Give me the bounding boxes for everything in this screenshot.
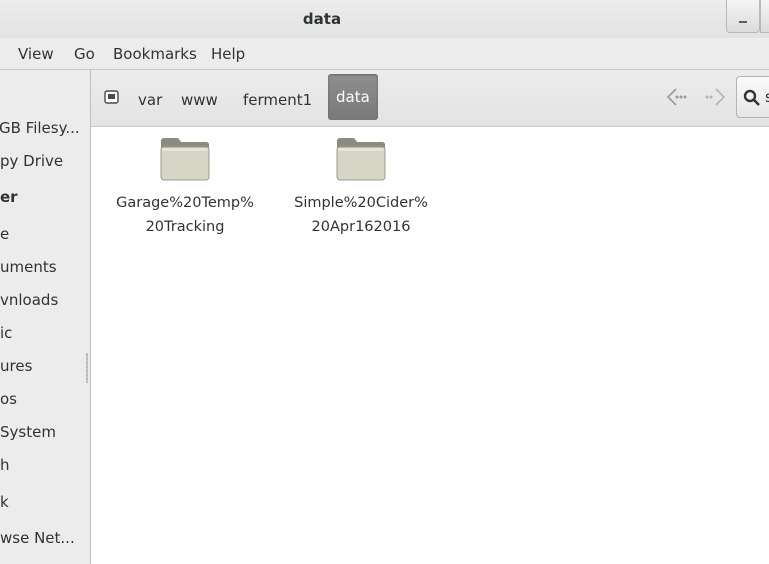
minimize-button[interactable] (726, 0, 760, 33)
maximize-button[interactable] (760, 0, 769, 33)
search-icon (743, 89, 760, 106)
file-view: Garage%20Temp% 20Tracking Simple%20Cider… (91, 127, 769, 564)
menu-go[interactable]: Go (74, 45, 95, 63)
sidebar-item-home[interactable]: e (0, 225, 9, 243)
file-name: Garage%20Temp% 20Tracking (116, 195, 254, 235)
crumb-var[interactable]: var (138, 91, 162, 109)
forward-arrow-icon[interactable] (702, 84, 728, 110)
menu-bar: View Go Bookmarks Help (0, 38, 769, 70)
folder-icon (336, 138, 386, 181)
sidebar-resize-handle[interactable] (86, 353, 88, 383)
sidebar-item-filesystem-device[interactable]: GB Filesy... (0, 119, 80, 137)
sidebar-item-trash[interactable]: h (0, 456, 10, 474)
menu-view[interactable]: View (18, 45, 54, 63)
folder-item[interactable]: Simple%20Cider% 20Apr162016 (276, 135, 446, 239)
crumb-data-active[interactable]: data (328, 74, 378, 120)
back-arrow-icon[interactable] (664, 84, 690, 110)
window-title: data (302, 10, 342, 28)
search-label: s (765, 88, 769, 106)
path-bar: var www ferment1 data s (91, 70, 769, 127)
file-name: Simple%20Cider% 20Apr162016 (294, 195, 428, 235)
drive-icon[interactable] (103, 88, 121, 106)
crumb-www[interactable]: www (181, 91, 218, 109)
sidebar-item-downloads[interactable]: vnloads (0, 291, 58, 309)
sidebar: GB Filesy... py Drive er e uments vnload… (0, 70, 91, 564)
sidebar-item-browse-network[interactable]: wse Net... (0, 529, 75, 547)
menu-help[interactable]: Help (211, 45, 245, 63)
sidebar-item-floppy-drive[interactable]: py Drive (0, 152, 63, 170)
folder-icon (160, 138, 210, 181)
folder-item[interactable]: Garage%20Temp% 20Tracking (100, 135, 270, 239)
sidebar-section-computer: er (0, 188, 18, 206)
minimize-icon (739, 21, 747, 23)
title-bar: data (0, 0, 769, 38)
menu-bookmarks[interactable]: Bookmarks (113, 45, 197, 63)
sidebar-section-network: k (0, 493, 9, 511)
sidebar-item-music[interactable]: ic (0, 324, 12, 342)
sidebar-item-file-system[interactable]: System (0, 423, 56, 441)
sidebar-item-documents[interactable]: uments (0, 258, 57, 276)
sidebar-item-videos[interactable]: os (0, 390, 17, 408)
sidebar-item-pictures[interactable]: ures (0, 357, 32, 375)
crumb-ferment1[interactable]: ferment1 (243, 91, 312, 109)
search-button[interactable]: s (736, 76, 769, 118)
